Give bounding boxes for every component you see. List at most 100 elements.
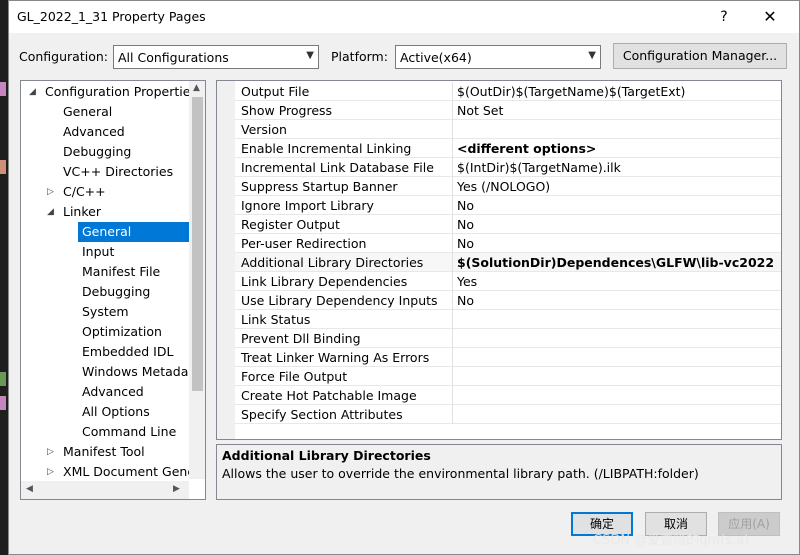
configuration-value: All Configurations — [118, 50, 229, 65]
property-name: Use Library Dependency Inputs — [241, 293, 438, 308]
collapse-arrow-icon[interactable]: ◢ — [47, 202, 54, 222]
property-row[interactable]: Incremental Link Database File $(IntDir)$… — [235, 158, 781, 177]
title-bar[interactable]: GL_2022_1_31 Property Pages ? ✕ — [9, 1, 799, 33]
tree-item[interactable]: C/C++ — [59, 182, 189, 202]
property-pages-dialog: GL_2022_1_31 Property Pages ? ✕ Configur… — [8, 0, 800, 555]
property-name: Incremental Link Database File — [241, 160, 434, 175]
column-splitter — [452, 158, 453, 177]
property-row[interactable]: Version — [235, 120, 781, 139]
property-row[interactable]: Enable Incremental Linking <different opt… — [235, 139, 781, 158]
property-name: Suppress Startup Banner — [241, 179, 398, 194]
close-button[interactable]: ✕ — [755, 5, 785, 29]
expand-arrow-icon[interactable]: ▷ — [47, 462, 54, 482]
property-name: Specify Section Attributes — [241, 407, 403, 422]
property-name: Treat Linker Warning As Errors — [241, 350, 430, 365]
column-splitter — [452, 272, 453, 291]
platform-dropdown[interactable]: Active(x64) ▼ — [395, 45, 601, 69]
property-row[interactable]: Treat Linker Warning As Errors — [235, 348, 781, 367]
tree-item[interactable]: Debugging — [78, 282, 189, 302]
property-value[interactable]: $(IntDir)$(TargetName).ilk — [457, 160, 621, 175]
background-code-mark — [0, 396, 6, 410]
expand-arrow-icon[interactable]: ▷ — [47, 182, 54, 202]
scroll-left-icon[interactable]: ◀ — [26, 484, 33, 494]
property-row[interactable]: Use Library Dependency Inputs No — [235, 291, 781, 310]
tree-item[interactable]: Input — [78, 242, 189, 262]
tree-item[interactable]: Manifest File — [78, 262, 189, 282]
tree-item[interactable]: Optimization — [78, 322, 189, 342]
tree-item[interactable]: XML Document Gene — [59, 462, 195, 482]
background-code-mark — [0, 160, 6, 174]
property-value[interactable]: No — [457, 217, 474, 232]
property-row[interactable]: Force File Output — [235, 367, 781, 386]
property-row[interactable]: Ignore Import Library No — [235, 196, 781, 215]
column-splitter — [452, 82, 453, 101]
grid-gutter — [217, 81, 235, 439]
tree-item[interactable]: Advanced — [59, 122, 189, 142]
property-value[interactable]: No — [457, 236, 474, 251]
property-row[interactable]: Output File $(OutDir)$(TargetName)$(Targe… — [235, 82, 781, 101]
property-name: Link Status — [241, 312, 311, 327]
tree-item[interactable]: Manifest Tool — [59, 442, 189, 462]
property-row[interactable]: Additional Library Directories $(Solution… — [235, 253, 781, 272]
property-value[interactable]: Not Set — [457, 103, 503, 118]
help-button[interactable]: ? — [709, 5, 739, 29]
property-value[interactable]: $(SolutionDir)Dependences\GLFW\lib-vc202… — [457, 255, 774, 270]
configuration-dropdown[interactable]: All Configurations ▼ — [113, 45, 319, 69]
tree-item[interactable]: Embedded IDL — [78, 342, 189, 362]
property-row[interactable]: Specify Section Attributes — [235, 405, 781, 424]
property-row[interactable]: Suppress Startup Banner Yes (/NOLOGO) — [235, 177, 781, 196]
column-splitter — [452, 291, 453, 310]
property-value[interactable]: No — [457, 293, 474, 308]
property-name: Show Progress — [241, 103, 333, 118]
property-name: Prevent Dll Binding — [241, 331, 361, 346]
property-value[interactable]: Yes — [457, 274, 477, 289]
property-row[interactable]: Link Status — [235, 310, 781, 329]
property-value[interactable]: No — [457, 198, 474, 213]
property-name: Create Hot Patchable Image — [241, 388, 417, 403]
property-value[interactable]: $(OutDir)$(TargetName)$(TargetExt) — [457, 84, 685, 99]
tree-item[interactable]: All Options — [78, 402, 189, 422]
tree-item[interactable]: System — [78, 302, 189, 322]
column-splitter — [452, 310, 453, 329]
tree-item[interactable]: General — [59, 102, 189, 122]
collapse-arrow-icon[interactable]: ◢ — [29, 82, 36, 102]
property-grid[interactable]: Output File $(OutDir)$(TargetName)$(Targe… — [216, 80, 782, 440]
property-name: Output File — [241, 84, 310, 99]
tree-item[interactable]: Advanced — [78, 382, 189, 402]
column-splitter — [452, 139, 453, 158]
column-splitter — [452, 405, 453, 424]
property-value[interactable]: Yes (/NOLOGO) — [457, 179, 550, 194]
property-tree[interactable]: Configuration Properties ◢ General Advanced… — [20, 80, 206, 500]
property-row[interactable]: Create Hot Patchable Image — [235, 386, 781, 405]
configuration-label: Configuration: — [19, 49, 108, 64]
tree-item[interactable]: Windows Metada — [78, 362, 189, 382]
property-row[interactable]: Link Library Dependencies Yes — [235, 272, 781, 291]
tree-item[interactable]: VC++ Directories — [59, 162, 189, 182]
tree-horizontal-scrollbar[interactable]: ◀ ▶ — [21, 481, 189, 499]
property-name: Ignore Import Library — [241, 198, 374, 213]
property-name: Additional Library Directories — [241, 255, 424, 270]
window-title: GL_2022_1_31 Property Pages — [17, 9, 206, 24]
property-row[interactable]: Register Output No — [235, 215, 781, 234]
expand-arrow-icon[interactable]: ▷ — [47, 442, 54, 462]
property-row[interactable]: Show Progress Not Set — [235, 101, 781, 120]
configuration-manager-button[interactable]: Configuration Manager... — [613, 43, 787, 69]
property-value[interactable]: <different options> — [457, 141, 596, 156]
scroll-right-icon[interactable]: ▶ — [173, 484, 180, 494]
tree-item[interactable]: Debugging — [59, 142, 189, 162]
description-panel: Additional Library Directories Allows th… — [216, 444, 782, 500]
background-code-mark — [0, 372, 6, 386]
watermark-text: CSDN @爱冒险的qm(s,a) — [593, 533, 750, 548]
column-splitter — [452, 196, 453, 215]
column-splitter — [452, 234, 453, 253]
tree-item[interactable]: Command Line — [78, 422, 189, 442]
tree-item[interactable]: General — [78, 222, 189, 242]
tree-item[interactable]: Linker — [59, 202, 189, 222]
tree-vertical-scrollbar[interactable]: ▲ — [189, 81, 205, 479]
tree-item[interactable]: Configuration Properties — [41, 82, 197, 102]
property-name: Link Library Dependencies — [241, 274, 408, 289]
scroll-up-icon[interactable]: ▲ — [193, 83, 200, 93]
property-row[interactable]: Per-user Redirection No — [235, 234, 781, 253]
property-row[interactable]: Prevent Dll Binding — [235, 329, 781, 348]
tree-scroll-thumb[interactable] — [192, 97, 203, 391]
